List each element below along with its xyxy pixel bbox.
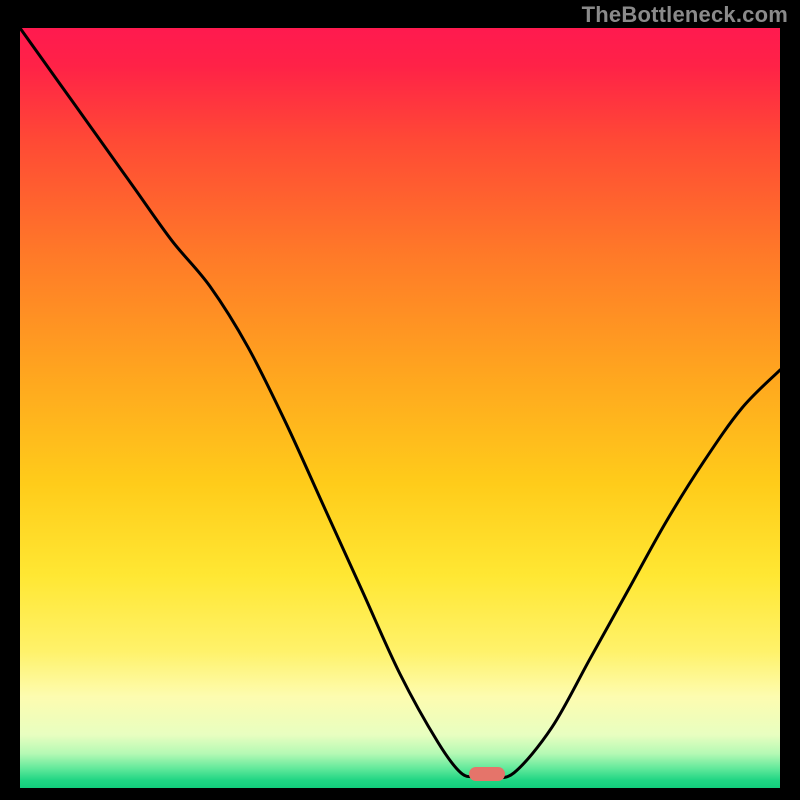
plot-svg xyxy=(20,28,780,788)
watermark-text: TheBottleneck.com xyxy=(582,2,788,28)
plot-area xyxy=(20,28,780,788)
chart-container: TheBottleneck.com xyxy=(0,0,800,800)
optimum-marker xyxy=(469,767,505,781)
